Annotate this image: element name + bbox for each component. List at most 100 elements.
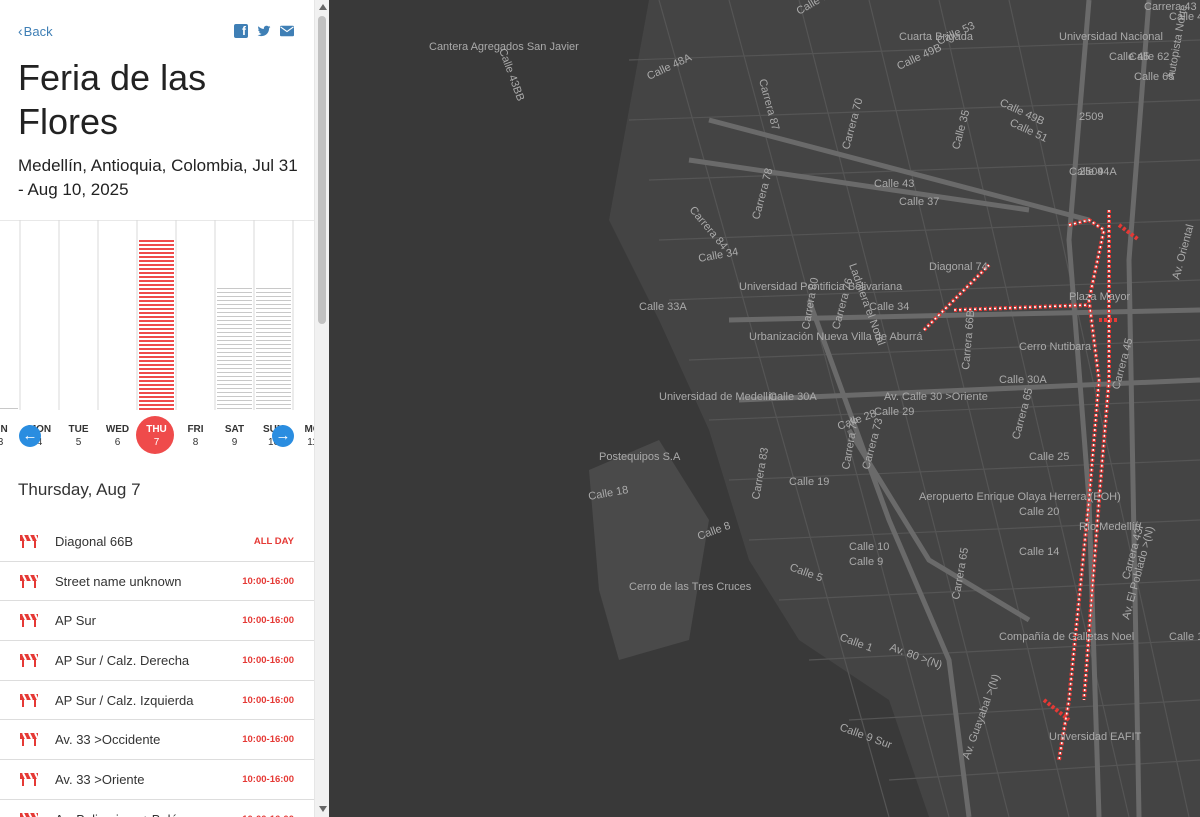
day-of-week: WED bbox=[105, 424, 130, 435]
day-label[interactable]: THU 7 bbox=[137, 423, 176, 449]
map-label: Calle 10 bbox=[849, 541, 889, 553]
map-label: Universidad Nacional bbox=[1059, 31, 1163, 43]
scroll-down-arrow-icon[interactable] bbox=[319, 806, 327, 812]
email-icon[interactable] bbox=[280, 24, 294, 38]
day-label[interactable]: SAT 9 bbox=[215, 423, 254, 449]
map-label: Compañía de Galletas Noel bbox=[999, 631, 1134, 643]
scroll-up-arrow-icon[interactable] bbox=[319, 4, 327, 10]
list-item[interactable]: Av. 33 >Oriente 10:00-16:00 bbox=[0, 760, 314, 800]
map-label: Calle 45 bbox=[1109, 51, 1149, 63]
day-label[interactable]: WED 6 bbox=[98, 423, 137, 449]
day-number: 6 bbox=[114, 437, 121, 448]
day-of-week: UN bbox=[0, 424, 8, 435]
map-label: Calle 25 bbox=[1029, 451, 1069, 463]
map-label: Calle 9 bbox=[849, 556, 883, 568]
map-label: Calle 37 bbox=[899, 196, 939, 208]
street-name: AP Sur bbox=[55, 613, 96, 629]
day-number: 5 bbox=[75, 437, 82, 448]
road-barrier-icon bbox=[20, 772, 38, 787]
map-label: Carrera 43 bbox=[1144, 1, 1197, 13]
day-of-week: TUE bbox=[68, 424, 89, 435]
map-label: Calle 30A bbox=[999, 374, 1047, 386]
map-label: Calle 10 bbox=[1169, 631, 1200, 643]
map-label: Calle 33A bbox=[639, 301, 687, 313]
map-label: 2509 bbox=[1079, 111, 1103, 123]
day-number: 11 bbox=[307, 437, 314, 448]
sidebar-panel: ‹Back f Feria de las Flores Medellín, An… bbox=[0, 0, 314, 817]
list-item[interactable]: AP Sur 10:00-16:00 bbox=[0, 601, 314, 642]
map-label: Aeropuerto Enrique Olaya Herrera (EOH) bbox=[919, 491, 1121, 503]
closure-time: 10:00-16:00 bbox=[242, 774, 294, 786]
list-item[interactable]: AP Sur / Calz. Derecha 10:00-16:00 bbox=[0, 641, 314, 681]
map-label: Calle 29 bbox=[874, 406, 914, 418]
day-of-week: THU bbox=[146, 424, 167, 435]
map-label: Diagonal 74 bbox=[929, 261, 988, 273]
street-name: Av. 33 >Occidente bbox=[55, 732, 161, 748]
day-label[interactable]: FRI 8 bbox=[176, 423, 215, 449]
road-barrier-icon bbox=[20, 534, 38, 548]
map-canvas[interactable]: Calle 48ACalle 51Cantera Agregados San J… bbox=[329, 0, 1200, 817]
chart-bar[interactable] bbox=[0, 406, 18, 410]
list-item[interactable]: Diagonal 66B ALL DAY bbox=[0, 522, 314, 562]
road-barrier-icon bbox=[20, 812, 38, 817]
closure-time: 10:00-16:00 bbox=[242, 655, 294, 667]
prev-week-arrow-icon[interactable]: ← bbox=[19, 425, 41, 447]
list-day-heading: Thursday, Aug 7 bbox=[18, 480, 141, 499]
map-view[interactable]: Calle 48A Calle 51 Cantera Agregados San J… bbox=[329, 0, 1200, 817]
closure-time: ALL DAY bbox=[253, 536, 294, 547]
street-name: Av. Bolivariana >Belén bbox=[55, 812, 185, 817]
list-item[interactable]: Av. Bolivariana >Belén10:00-16:00 bbox=[0, 800, 314, 817]
closure-time: 10:00-16:00 bbox=[242, 694, 294, 706]
day-number: 7 bbox=[153, 437, 160, 448]
map-label: Universidad EAFIT bbox=[1049, 731, 1142, 743]
closure-time: 10:00-16:00 bbox=[242, 575, 294, 587]
chart-bar[interactable] bbox=[139, 240, 174, 410]
event-title: Feria de las Flores bbox=[18, 57, 207, 142]
map-label: Universidad Pontificia Bolivariana bbox=[739, 281, 903, 293]
map-label: Av. Calle 30 >Oriente bbox=[884, 391, 988, 403]
road-barrier-icon bbox=[20, 693, 38, 707]
closure-time: 10:00-16:00 bbox=[242, 615, 294, 627]
day-label[interactable]: MO 11 bbox=[293, 423, 314, 449]
back-label: Back bbox=[23, 24, 53, 39]
map-label: Calle 14 bbox=[1019, 546, 1059, 558]
map-label: Calle 19 bbox=[789, 476, 829, 488]
road-barrier-icon bbox=[20, 574, 38, 588]
list-item[interactable]: Street name unknown 10:00-16:00 bbox=[0, 562, 314, 602]
street-name: AP Sur / Calz. Izquierda bbox=[55, 692, 194, 708]
chart-bar[interactable] bbox=[217, 287, 252, 410]
map-label: Urbanización Nueva Villa de Aburrá bbox=[749, 331, 923, 343]
panel-scrollbar[interactable] bbox=[314, 0, 329, 817]
street-name: Diagonal 66B bbox=[55, 534, 134, 549]
map-label: Universidad de Medellín bbox=[659, 391, 777, 403]
list-item[interactable]: Av. 33 >Occidente 10:00-16:00 bbox=[0, 720, 314, 761]
road-barrier-icon bbox=[20, 653, 38, 668]
list-item[interactable]: AP Sur / Calz. Izquierda 10:00-16:00 bbox=[0, 681, 314, 721]
map-label: 2509 bbox=[1079, 166, 1103, 178]
day-of-week: MO bbox=[304, 424, 314, 435]
day-label[interactable]: TUE 5 bbox=[59, 423, 98, 449]
map-label: Calle 43 bbox=[874, 178, 914, 190]
day-number: 9 bbox=[231, 437, 238, 448]
map-label: Calle 20 bbox=[1019, 506, 1059, 518]
back-link[interactable]: ‹Back bbox=[18, 23, 53, 39]
street-name: Street name unknown bbox=[55, 573, 182, 589]
map-label: Cerro Nutibara bbox=[1019, 341, 1092, 353]
map-label: Plaza Mayor bbox=[1069, 291, 1130, 303]
bars-svg bbox=[0, 220, 294, 410]
scrollbar-thumb[interactable] bbox=[318, 16, 326, 324]
next-week-arrow-icon[interactable]: → bbox=[272, 425, 294, 447]
road-barrier-icon bbox=[20, 613, 38, 628]
facebook-icon[interactable]: f bbox=[234, 24, 248, 38]
street-name: AP Sur / Calz. Derecha bbox=[55, 653, 190, 669]
panel-header: ‹Back f bbox=[0, 0, 314, 60]
closure-day-chart: UN3MON4TUE5WED6THU7FRI8SAT9SUN10MO11 ← → bbox=[0, 220, 314, 460]
event-subtitle: Medellín, Antioquia, Colombia, Jul 31 - … bbox=[18, 156, 298, 199]
chart-bar[interactable] bbox=[256, 287, 291, 410]
day-of-week: SAT bbox=[224, 424, 245, 435]
twitter-icon[interactable] bbox=[257, 24, 271, 38]
street-name: Av. 33 >Oriente bbox=[55, 772, 145, 788]
map-label: Calle 34 bbox=[869, 301, 909, 313]
day-label[interactable]: UN 3 bbox=[0, 423, 20, 449]
day-number: 8 bbox=[192, 437, 199, 448]
